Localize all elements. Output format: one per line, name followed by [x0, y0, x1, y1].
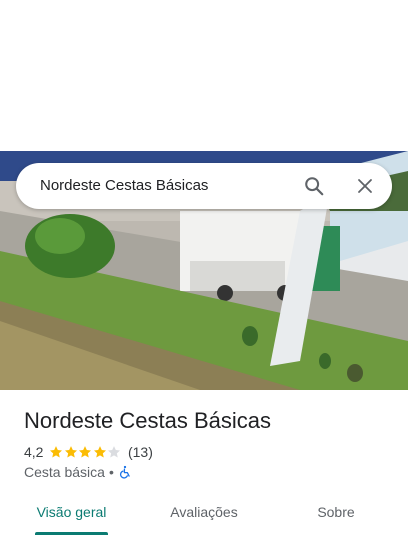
place-category: Cesta básica — [24, 464, 105, 480]
active-tab-indicator — [35, 532, 108, 535]
star-icon — [64, 446, 77, 458]
star-empty-icon — [108, 446, 121, 458]
search-input[interactable]: Nordeste Cestas Básicas — [40, 163, 208, 209]
tab-bar: Visão geral Avaliações Sobre — [0, 494, 408, 542]
separator-dot: • — [108, 464, 114, 480]
tab-reviews[interactable]: Avaliações — [164, 494, 244, 530]
search-bar[interactable]: Nordeste Cestas Básicas — [16, 163, 392, 209]
close-icon[interactable] — [351, 172, 379, 200]
star-icon — [50, 446, 63, 458]
search-icon[interactable] — [300, 172, 328, 200]
tab-about[interactable]: Sobre — [306, 494, 366, 530]
place-title: Nordeste Cestas Básicas — [24, 408, 271, 433]
rating-row[interactable]: 4,2 (13) — [24, 443, 153, 461]
rating-value: 4,2 — [24, 444, 44, 460]
review-count[interactable]: (13) — [128, 444, 153, 460]
wheelchair-icon[interactable] — [118, 465, 132, 479]
tab-overview[interactable]: Visão geral — [35, 494, 108, 530]
category-row: Cesta básica • — [24, 463, 132, 481]
star-icon — [93, 446, 106, 458]
star-icon — [79, 446, 92, 458]
star-rating — [49, 445, 122, 459]
